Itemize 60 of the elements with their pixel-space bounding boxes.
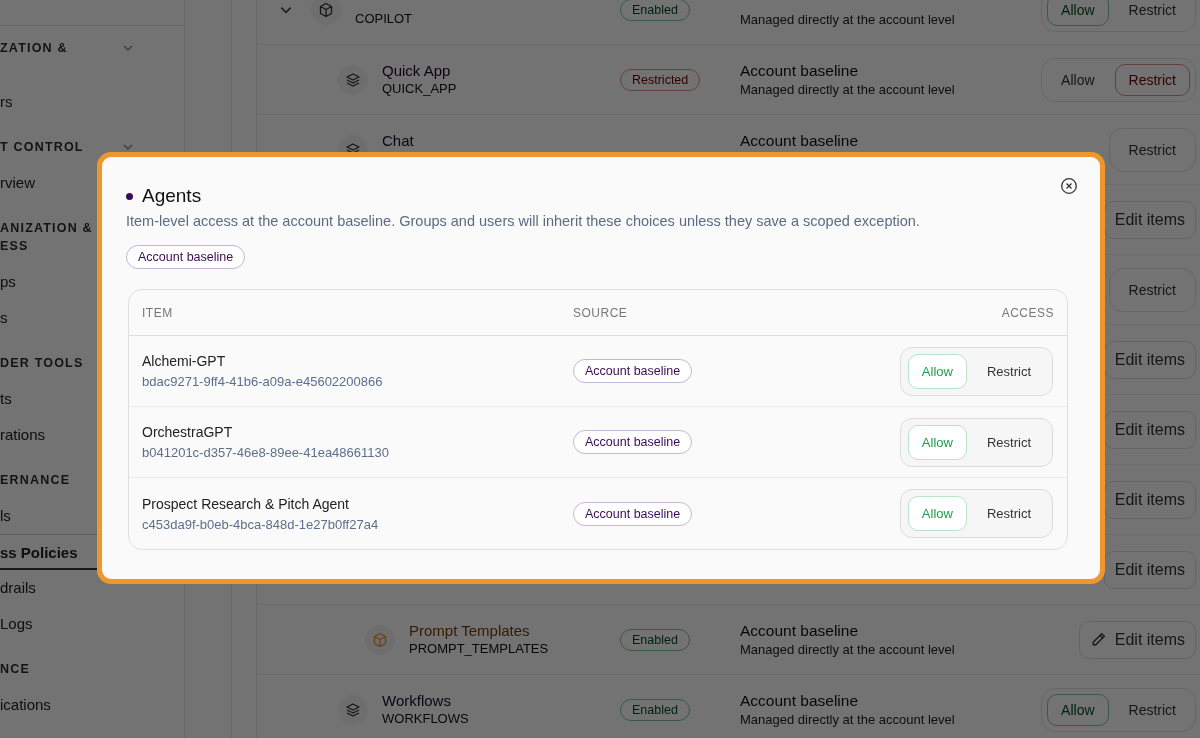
section-heading: NCE: [0, 661, 30, 678]
bullet-dot: [126, 192, 133, 200]
layers-icon: [345, 701, 361, 718]
modal-description: Item-level access at the account baseline. Groups and users will inherit these choices unless they save a scoped exception.: [126, 213, 921, 229]
source-title: Account baseline: [740, 61, 860, 81]
policy-code: WORKFLOWS: [382, 710, 469, 728]
allow-button[interactable]: Allow: [907, 424, 967, 460]
source-note: Managed directly at the account level: [740, 11, 956, 29]
allow-button[interactable]: Allow: [1047, 63, 1109, 96]
item-id: b041201c-d357-46e8-89ee-41ea48661130: [142, 445, 390, 460]
layers-icon: [345, 71, 361, 88]
modal-title: Agents: [142, 185, 202, 207]
section-heading: ERNANCE: [0, 472, 71, 489]
sidebar-item[interactable]: Logs: [0, 606, 184, 642]
allow-button[interactable]: Allow: [907, 496, 967, 531]
column-header: ITEM: [142, 305, 174, 320]
restrict-button[interactable]: Restrict: [1114, 273, 1190, 306]
allow-button[interactable]: Allow: [907, 353, 967, 389]
source-note: Managed directly at the account level: [740, 641, 956, 659]
source-note: Managed directly at the account level: [740, 81, 956, 99]
restrict-button[interactable]: Restrict: [972, 424, 1045, 460]
sidebar-item[interactable]: ications: [0, 687, 184, 723]
policy-code: COPILOT: [355, 10, 413, 28]
source-title: Account baseline: [740, 131, 860, 151]
restrict-button[interactable]: Restrict: [1114, 693, 1190, 726]
item-id: c453da9f-b0eb-4bca-848d-1e27b0ff27a4: [142, 516, 380, 532]
policy-name: Workflows: [382, 691, 452, 710]
source-badge: Account baseline: [573, 430, 693, 454]
restrict-button[interactable]: Restrict: [1114, 133, 1190, 166]
policy-code: QUICK_APP: [382, 80, 457, 98]
source-badge: Account baseline: [573, 359, 693, 383]
edit-items-button[interactable]: Edit items: [1078, 620, 1196, 659]
section-heading: ZATION &: [0, 40, 68, 57]
restrict-button[interactable]: Restrict: [972, 496, 1045, 531]
scope-badge: Account baseline: [126, 245, 246, 269]
source-note: Managed directly at the account level: [740, 711, 956, 729]
policy-name: Chat: [382, 131, 414, 150]
restrict-button[interactable]: Restrict: [972, 353, 1045, 389]
source-badge: Account baseline: [573, 501, 693, 526]
restrict-button[interactable]: Restrict: [1114, 0, 1190, 26]
cube-icon: [318, 1, 334, 18]
section-heading: T CONTROL: [0, 139, 84, 156]
close-icon[interactable]: [1060, 177, 1078, 195]
section-heading: DER TOOLS: [0, 355, 84, 372]
source-title: Account baseline: [740, 691, 860, 711]
item-name: Alchemi-GPT: [142, 353, 227, 369]
item-name: OrchestraGPT: [142, 424, 234, 440]
policy-name: Quick App: [382, 61, 452, 80]
pencil-icon: [1089, 631, 1107, 648]
allow-button[interactable]: Allow: [1047, 693, 1109, 726]
item-name: Prospect Research & Pitch Agent: [142, 495, 350, 512]
policy-name: Prompt Templates: [409, 621, 531, 640]
source-title: Account baseline: [740, 621, 860, 641]
section-heading: ANIZATION & ESS: [0, 220, 93, 255]
policy-code: PROMPT_TEMPLATES: [409, 640, 549, 658]
restrict-button[interactable]: Restrict: [1114, 63, 1190, 96]
item-id: bdac9271-9ff4-41b6-a09a-e45602200866: [142, 374, 384, 389]
sidebar-item[interactable]: rs: [0, 84, 184, 120]
column-header: SOURCE: [573, 305, 629, 320]
column-header: ACCESS: [1001, 305, 1054, 320]
